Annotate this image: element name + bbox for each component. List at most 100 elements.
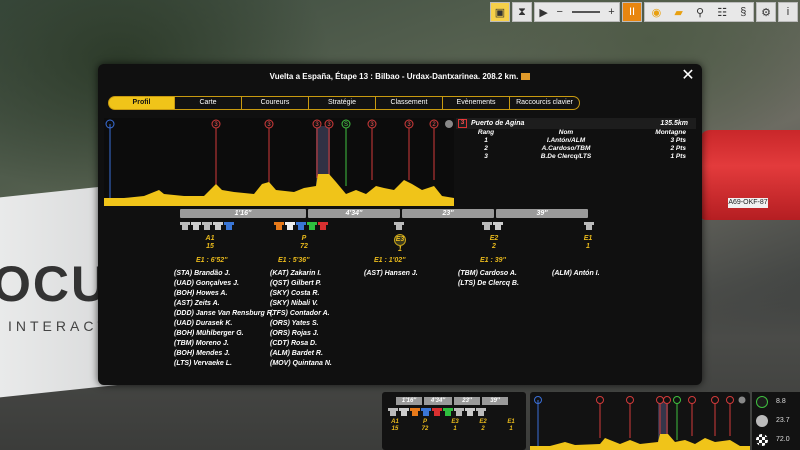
- map-icon[interactable]: ☷: [717, 6, 727, 19]
- mini-group-p: P 72: [418, 419, 432, 433]
- play-icon[interactable]: ▶: [539, 6, 547, 19]
- mini-code: E1: [507, 419, 515, 425]
- rider-entry[interactable]: (UAD) Durasek K.: [174, 319, 274, 329]
- temperature-icon: [756, 414, 768, 427]
- tab-raccourcis[interactable]: Raccourcis clavier: [510, 96, 580, 110]
- climb-table-header: Rang Nom Montagne: [456, 129, 696, 137]
- speed-control[interactable]: ▶ − +: [534, 2, 620, 22]
- jersey-icon: [454, 407, 464, 416]
- rider-entry[interactable]: (AST) Hansen J.: [364, 269, 418, 279]
- rider-entry[interactable]: (DDD) Janse Van Rensburg R.: [174, 309, 274, 319]
- view-toolbar: ◉ ▰ ⚲ ☷ §: [644, 2, 754, 22]
- speed-slider[interactable]: [571, 11, 600, 13]
- bike-icon[interactable]: ⚲: [696, 6, 704, 19]
- rider-entry[interactable]: (AST) Zeits A.: [174, 299, 274, 309]
- climb-category-icon: 3: [458, 119, 467, 128]
- climb-rank: 2: [484, 145, 488, 152]
- rider-entry[interactable]: (BOH) Howes A.: [174, 289, 274, 299]
- rider-entry[interactable]: (CDT) Rosa D.: [270, 339, 332, 349]
- rider-entry[interactable]: (TBM) Cardoso A.: [458, 269, 519, 279]
- tab-coureurs[interactable]: Coureurs: [242, 96, 309, 110]
- group-p-riders: (KAT) Zakarin I. (QST) Gilbert P. (SKY) …: [270, 269, 332, 369]
- climb-rider: I.Antón/ALM: [546, 137, 586, 144]
- mini-group-e2: E2 2: [476, 419, 490, 433]
- jersey-icon: [191, 221, 201, 230]
- rider-entry[interactable]: (UAD) Gonçalves J.: [174, 279, 274, 289]
- camera-icon[interactable]: ▰: [674, 6, 682, 19]
- pause-button[interactable]: II: [622, 2, 642, 22]
- mini-code: E2: [479, 419, 487, 425]
- panel-tabs: Profil Carte Coureurs Stratégie Classeme…: [108, 96, 580, 110]
- rider-entry[interactable]: (STA) Brandão J.: [174, 269, 274, 279]
- speed-plus-button[interactable]: +: [608, 6, 614, 18]
- rider-entry[interactable]: (TFS) Contador A.: [270, 309, 332, 319]
- group-count: 1: [398, 246, 402, 253]
- rider-entry[interactable]: (ALM) Bardet R.: [270, 349, 332, 359]
- group-e3-label[interactable]: E3 1: [380, 234, 420, 254]
- rider-entry[interactable]: (SKY) Costa R.: [270, 289, 332, 299]
- header-rang: Rang: [477, 129, 495, 136]
- rider-entry[interactable]: (ORS) Rojas J.: [270, 329, 332, 339]
- rider-entry[interactable]: (ORS) Yates S.: [270, 319, 332, 329]
- info-icon[interactable]: i: [778, 2, 798, 22]
- rider-entry[interactable]: (ALM) Antón I.: [552, 269, 600, 279]
- group-e2-label[interactable]: E2 2: [474, 235, 514, 251]
- group-a1-label[interactable]: A1 15: [190, 235, 230, 251]
- eye-icon[interactable]: ◉: [652, 6, 662, 19]
- rider-entry[interactable]: (SKY) Nibali V.: [270, 299, 332, 309]
- rider-entry[interactable]: (LTS) De Clercq B.: [458, 279, 519, 289]
- stage-profile[interactable]: 3 3 3 3 S 3 3 2: [104, 118, 454, 206]
- car-plate: A69-OKF-87: [728, 198, 768, 208]
- rider-entry[interactable]: (QST) Gilbert P.: [270, 279, 332, 289]
- jersey-icon: [493, 221, 503, 230]
- rider-entry[interactable]: (LTS) Vervaeke L.: [174, 359, 274, 369]
- group-e1-jerseys: [584, 221, 594, 230]
- group-code: E3: [394, 234, 406, 246]
- rider-entry[interactable]: (BOH) Mühlberger G.: [174, 329, 274, 339]
- image-icon[interactable]: [521, 73, 531, 81]
- save-icon[interactable]: ▣: [490, 2, 510, 22]
- group-p-label[interactable]: P 72: [284, 235, 324, 251]
- climb-row: 1 I.Antón/ALM 3 Pts: [456, 137, 696, 145]
- jersey-icon: [584, 221, 594, 230]
- jersey-icon: [318, 221, 328, 230]
- group-a1-riders: (STA) Brandão J. (UAD) Gonçalves J. (BOH…: [174, 269, 274, 369]
- rider-entry[interactable]: (MOV) Quintana N.: [270, 359, 332, 369]
- tab-evenements[interactable]: Evènements: [443, 96, 510, 110]
- banner-subtext: INTERACT: [8, 318, 110, 334]
- jersey-icon: [274, 221, 284, 230]
- jersey-icon: [180, 221, 190, 230]
- settings-icon[interactable]: ⚙: [756, 2, 776, 22]
- stage-panel: Vuelta a España, Étape 13 : Bilbao - Urd…: [98, 64, 702, 385]
- speed-icon: [756, 395, 768, 408]
- temperature-value: 23.7: [776, 417, 790, 424]
- climb-row: 3 B.De Clercq/LTS 1 Pts: [456, 153, 696, 161]
- mini-code: E3: [451, 419, 459, 425]
- close-icon[interactable]: ✕: [680, 68, 696, 84]
- mini-stage-profile[interactable]: [530, 392, 750, 450]
- gap-bar-2: 4'34'': [308, 209, 400, 218]
- jersey-icon: [476, 407, 486, 416]
- mini-groups-panel[interactable]: 1'16'' 4'34'' 23'' 39'' A1 15 P 72 E3 1 E2 2…: [382, 392, 526, 450]
- mini-group-e3: E3 1: [448, 419, 462, 433]
- tab-profil[interactable]: Profil: [108, 96, 175, 110]
- group-count: 1: [586, 243, 590, 250]
- mini-gap-1: 1'16'': [396, 397, 422, 405]
- mini-gap-2: 4'34'': [424, 397, 452, 405]
- hourglass-icon[interactable]: ⧗: [512, 2, 532, 22]
- strategy-icon[interactable]: §: [740, 6, 746, 18]
- tab-carte[interactable]: Carte: [175, 96, 242, 110]
- group-count: 15: [206, 243, 214, 250]
- speed-minus-button[interactable]: −: [556, 6, 562, 18]
- rider-entry[interactable]: (BOH) Mendes J.: [174, 349, 274, 359]
- rider-entry[interactable]: (KAT) Zakarin I.: [270, 269, 332, 279]
- rider-entry[interactable]: (TBM) Moreno J.: [174, 339, 274, 349]
- jersey-icon: [202, 221, 212, 230]
- tab-strategie[interactable]: Stratégie: [309, 96, 376, 110]
- jersey-icon: [224, 221, 234, 230]
- tab-classement[interactable]: Classement: [376, 96, 443, 110]
- mini-code: A1: [391, 419, 399, 425]
- climb-rank: 1: [484, 137, 488, 144]
- mini-count: 1: [453, 426, 457, 432]
- group-e1-label[interactable]: E1 1: [568, 235, 608, 251]
